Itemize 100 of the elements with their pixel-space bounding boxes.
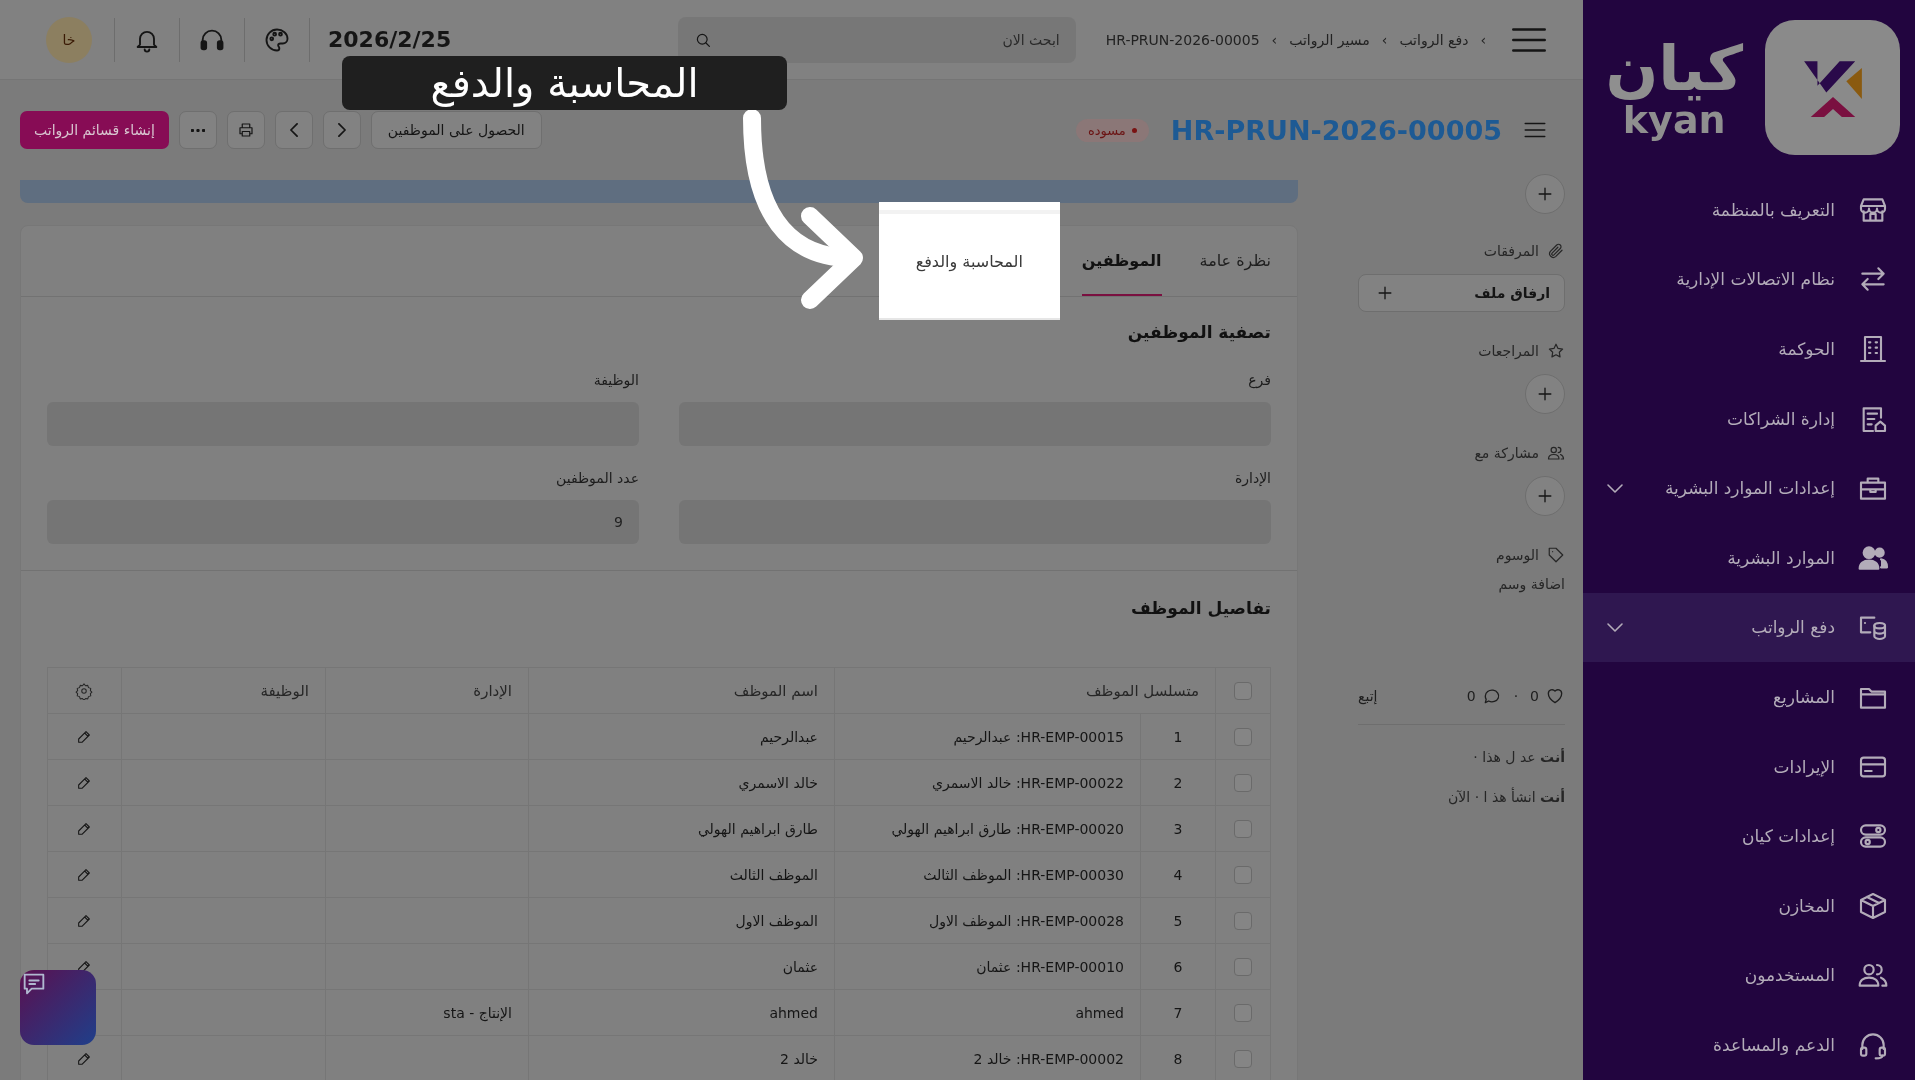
next-icon xyxy=(289,123,298,137)
edit-icon[interactable] xyxy=(76,728,93,745)
edit-icon[interactable] xyxy=(76,866,93,883)
tab[interactable]: المحاسبة والدفع xyxy=(878,202,1060,320)
table-cell: HR-EMP-00015: عبدالرحيم xyxy=(834,713,1141,760)
previous-icon xyxy=(337,123,346,137)
table-cell: عبدالرحيم xyxy=(528,713,835,760)
sidebar-item-icon xyxy=(1857,333,1889,365)
breadcrumb-link[interactable]: HR-PRUN-2026-00005 xyxy=(1105,31,1260,48)
previous-button[interactable] xyxy=(322,111,361,149)
sidebar-item[interactable]: الدعم والمساعدة xyxy=(1583,1010,1915,1080)
table-cell: ahmed xyxy=(528,989,835,1036)
comment-count: 0 xyxy=(1466,688,1476,704)
separator-dot: · xyxy=(1513,688,1519,704)
table-cell: 1 xyxy=(1140,713,1216,760)
checkbox[interactable] xyxy=(1234,819,1252,838)
field-label: الإدارة xyxy=(1233,470,1271,486)
breadcrumb-link[interactable]: مسير الرواتب xyxy=(1289,31,1370,48)
people-icon xyxy=(1547,444,1565,462)
table-cell: 3 xyxy=(1140,805,1216,852)
sidebar-item[interactable]: إعدادات كيان xyxy=(1583,801,1915,871)
field-label: عدد الموظفين xyxy=(555,470,639,486)
table-cell: HR-EMP-00022: خالد الاسمري xyxy=(834,759,1141,806)
column-header: الوظيفة xyxy=(121,667,326,714)
sidebar-item[interactable]: المستخدمون xyxy=(1583,940,1915,1011)
table-cell: طارق ابراهيم الهولي xyxy=(528,805,835,852)
checkbox[interactable] xyxy=(1234,865,1252,884)
checkbox[interactable] xyxy=(1234,727,1252,746)
settings-icon[interactable] xyxy=(75,681,94,700)
table-cell: الموظف الثالث xyxy=(528,851,835,898)
table-cell: 4 xyxy=(1140,851,1216,898)
edit-icon[interactable] xyxy=(76,1050,93,1067)
get-employees-button[interactable]: الحصول على الموظفين xyxy=(370,111,542,149)
chat-button[interactable] xyxy=(20,970,96,1045)
logo-subtext: kyan xyxy=(1622,101,1726,140)
search-field[interactable]: ابحث الان xyxy=(677,16,1076,63)
heart-icon[interactable] xyxy=(1545,686,1565,706)
column-header: متسلسل الموظف xyxy=(834,667,1216,714)
like-count: 0 xyxy=(1530,688,1539,704)
breadcrumb-link[interactable]: دفع الرواتب xyxy=(1399,31,1469,48)
section-label: الوسوم xyxy=(1495,547,1539,563)
edit-icon[interactable] xyxy=(76,912,93,929)
print-icon xyxy=(236,121,255,139)
table-cell: HR-EMP-00020: طارق ابراهيم الهولي xyxy=(834,805,1141,852)
add-tag-link[interactable]: اضافة وسم xyxy=(1498,576,1565,592)
logo-text: كيان xyxy=(1605,35,1743,102)
star-icon xyxy=(1547,342,1565,360)
add-button[interactable] xyxy=(1525,374,1565,414)
checkbox[interactable] xyxy=(1234,1003,1252,1022)
tab[interactable]: الموظفين xyxy=(1081,226,1162,296)
sidebar-item[interactable]: الإيرادات xyxy=(1583,731,1915,802)
table-cell: HR-EMP-00028: الموظف الاول xyxy=(834,897,1141,944)
checkbox[interactable] xyxy=(1234,957,1252,976)
attach-file-button[interactable]: ارفاق ملف xyxy=(1358,274,1565,312)
checkbox[interactable] xyxy=(1234,773,1252,792)
more-icon xyxy=(190,128,205,132)
edit-icon[interactable] xyxy=(76,774,93,791)
sidebar-item[interactable]: التعريف بالمنظمة xyxy=(1583,175,1915,245)
checkbox[interactable] xyxy=(1234,911,1252,930)
breadcrumb-separator: › xyxy=(1381,31,1388,48)
status-badge: مسوده xyxy=(1075,118,1149,142)
edit-icon[interactable] xyxy=(76,820,93,837)
column-header: اسم الموظف xyxy=(528,667,835,714)
tag-icon xyxy=(1547,546,1565,564)
sidebar-item[interactable]: الموارد البشرية xyxy=(1583,522,1915,593)
checkbox[interactable] xyxy=(1234,681,1252,700)
follow-link[interactable]: إتبع xyxy=(1358,688,1378,704)
checkbox[interactable] xyxy=(1234,1049,1252,1068)
next-button[interactable] xyxy=(274,111,313,149)
sidebar-item[interactable]: دفع الرواتب xyxy=(1583,592,1915,663)
column-header: الإدارة xyxy=(325,667,529,714)
date-text: 2026/2/25 xyxy=(327,27,452,52)
create-slips-button[interactable]: إنشاء قسائم الرواتب xyxy=(20,111,169,149)
section-label: المراجعات xyxy=(1478,343,1539,359)
sidebar-item[interactable]: نظام الاتصالات الإدارية xyxy=(1583,244,1915,315)
tab[interactable]: نظرة عامة xyxy=(1199,226,1271,296)
table-cell: 7 xyxy=(1140,989,1216,1036)
sidebar-item[interactable]: المشاريع xyxy=(1583,662,1915,732)
document-title: HR-PRUN-2026-00005 xyxy=(1170,114,1502,146)
table-cell: الموظف الاول xyxy=(528,897,835,944)
tour-caption: المحاسبة والدفع xyxy=(342,56,787,110)
sidebar-item[interactable]: الحوكمة xyxy=(1583,314,1915,384)
breadcrumb-separator: › xyxy=(1480,31,1486,48)
table-cell: ahmed xyxy=(834,989,1141,1036)
avatar[interactable]: خا xyxy=(46,16,92,63)
add-button[interactable] xyxy=(1525,174,1565,214)
paperclip-icon xyxy=(1547,242,1565,260)
section-label: المرفقات xyxy=(1483,243,1539,259)
print-button[interactable] xyxy=(226,111,265,149)
sidebar-item[interactable]: إعدادات الموارد البشرية xyxy=(1583,453,1915,523)
breadcrumb-separator: › xyxy=(1271,31,1278,48)
field-label: فرع xyxy=(1247,372,1271,388)
sidebar-item[interactable]: المخازن xyxy=(1583,870,1915,941)
table-cell: 2 xyxy=(1140,759,1216,806)
table-cell: 5 xyxy=(1140,897,1216,944)
add-button[interactable] xyxy=(1525,476,1565,516)
sidebar-item[interactable]: إدارة الشراكات xyxy=(1583,383,1915,454)
input-field[interactable]: 9 xyxy=(47,500,639,544)
table-cell: HR-EMP-00010: عثمان xyxy=(834,943,1141,990)
section-title: تصفية الموظفين xyxy=(1126,322,1271,342)
